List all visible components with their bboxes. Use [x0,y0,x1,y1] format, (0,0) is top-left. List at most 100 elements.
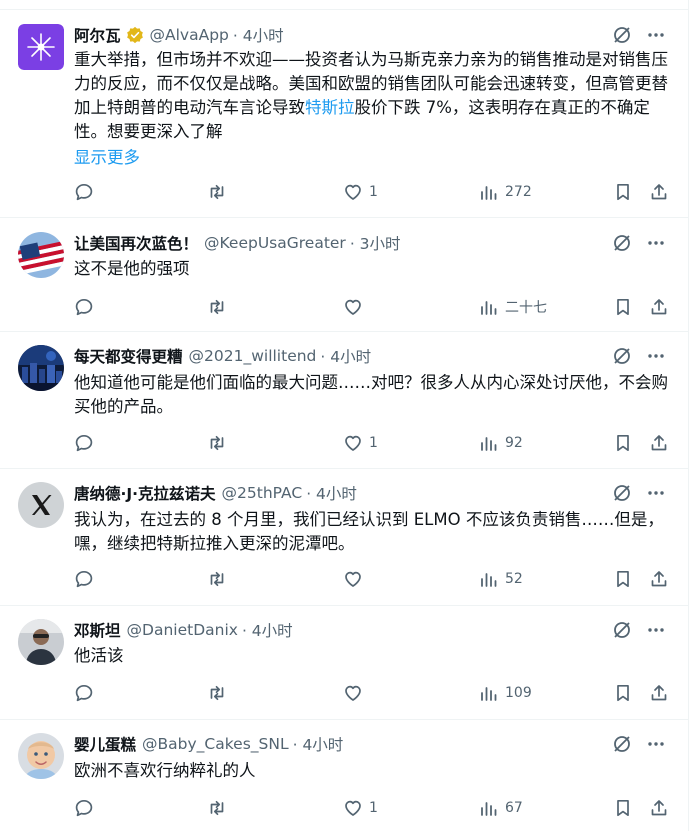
author-handle[interactable]: @AlvaApp [150,26,229,44]
heart-icon [345,571,361,587]
bookmark-button[interactable] [613,431,633,455]
bookmark-button[interactable] [613,567,633,591]
grok-icon[interactable] [612,483,632,503]
reply-tweet[interactable]: 婴儿蛋糕 @Baby_Cakes_SNL · 4小时 欧洲不喜欢行纳粹礼的人 1… [0,721,688,831]
reply-tweet[interactable]: 每天都变得更糟 @2021_willitend · 4小时 他知道他可能是他们面… [0,333,688,469]
views-button[interactable]: 109 [479,681,532,705]
reply-button[interactable] [74,567,94,591]
reply-tweet[interactable]: 让美国再次蓝色！ @KeepUsaGreater · 3小时 这不是他的强项 二… [0,219,688,332]
author-handle[interactable]: @2021_willitend [189,347,317,365]
timestamp[interactable]: · 4小时 [233,24,284,46]
author-handle[interactable]: @DanietDanix [127,621,238,639]
author-name[interactable]: 唐纳德·J·克拉兹诺夫 [74,482,216,504]
retweet-button[interactable] [207,681,227,705]
author-handle[interactable]: @25thPAC [222,484,303,502]
share-icon [651,571,667,587]
retweet-icon [210,299,224,315]
author-name[interactable]: 让美国再次蓝色！ [74,232,198,254]
alva-logo-icon [18,24,64,70]
author-name[interactable]: 阿尔瓦 [74,24,121,46]
share-button[interactable] [649,431,669,455]
avatar[interactable] [18,482,64,528]
more-icon[interactable] [646,734,666,754]
grok-icon[interactable] [612,233,632,253]
bookmark-button[interactable] [613,796,633,820]
more-icon[interactable] [646,620,666,640]
bookmark-button[interactable] [613,681,633,705]
bookmark-button[interactable] [613,295,633,319]
like-button[interactable]: 1 [343,180,378,204]
bookmark-button[interactable] [613,180,633,204]
more-icon[interactable] [646,346,666,366]
views-button[interactable]: 67 [479,796,523,820]
reply-button[interactable] [74,295,94,319]
retweet-button[interactable] [207,567,227,591]
avatar[interactable] [18,345,64,391]
avatar[interactable] [18,232,64,278]
like-button[interactable] [343,295,369,319]
tesla-link[interactable]: 特斯拉 [305,98,355,117]
grok-icon[interactable] [612,620,632,640]
reply-tweet[interactable]: 邓斯坦 @DanietDanix · 4小时 他活该 109 [0,607,688,720]
retweet-icon [210,800,224,816]
grok-icon[interactable] [612,734,632,754]
views-button[interactable]: 92 [479,431,523,455]
retweet-button[interactable] [207,180,227,204]
share-button[interactable] [649,567,669,591]
reply-button[interactable] [74,681,94,705]
author-handle[interactable]: @Baby_Cakes_SNL [142,735,289,753]
author-name[interactable]: 婴儿蛋糕 [74,733,136,755]
like-button[interactable] [343,567,369,591]
view-count: 92 [505,435,523,451]
tweet-header: 每天都变得更糟 @2021_willitend · 4小时 [74,345,371,367]
share-icon [651,800,667,816]
share-button[interactable] [649,295,669,319]
share-icon [651,685,667,701]
reply-button[interactable] [74,180,94,204]
timestamp[interactable]: · 4小时 [306,482,357,504]
heart-icon [345,435,361,451]
more-icon[interactable] [646,25,666,45]
retweet-button[interactable] [207,796,227,820]
more-icon[interactable] [646,233,666,253]
author-handle[interactable]: @KeepUsaGreater [204,234,346,252]
reply-button[interactable] [74,796,94,820]
avatar[interactable] [18,733,64,779]
share-button[interactable] [649,796,669,820]
author-name[interactable]: 每天都变得更糟 [74,345,183,367]
reply-button[interactable] [74,431,94,455]
analytics-icon [481,437,497,451]
retweet-button[interactable] [207,295,227,319]
timestamp[interactable]: · 4小时 [242,619,293,641]
author-name[interactable]: 邓斯坦 [74,619,121,641]
reply-icon [75,799,93,817]
heart-icon [345,800,361,816]
like-button[interactable]: 1 [343,796,378,820]
views-button[interactable]: 52 [479,567,523,591]
analytics-icon [481,802,497,816]
more-icon[interactable] [646,483,666,503]
avatar[interactable] [18,619,64,665]
reply-tweet[interactable]: 唐纳德·J·克拉兹诺夫 @25thPAC · 4小时 我认为，在过去的 8 个月… [0,470,688,606]
tweet-text: 他知道他可能是他们面临的最大问题……对吧？很多人从内心深处讨厌他，不会购买他的产… [74,373,668,416]
timestamp[interactable]: · 3小时 [350,232,401,254]
reply-icon [75,298,93,316]
grok-icon[interactable] [612,25,632,45]
like-button[interactable]: 1 [343,431,378,455]
show-more-link[interactable]: 显示更多 [74,144,140,168]
views-button[interactable]: 272 [479,180,532,204]
tweet-header-actions [612,25,666,45]
tweet-header-actions [612,620,666,640]
timestamp[interactable]: · 4小时 [293,733,344,755]
bookmark-icon [617,298,629,316]
reply-tweet[interactable]: 阿尔瓦 @AlvaApp · 4小时 重大举措，但市场并不欢迎——投资者认为马斯… [0,10,688,218]
tweet-actions: 1 67 [74,796,670,820]
share-button[interactable] [649,180,669,204]
grok-icon[interactable] [612,346,632,366]
share-button[interactable] [649,681,669,705]
avatar[interactable] [18,24,64,70]
timestamp[interactable]: · 4小时 [320,345,371,367]
like-button[interactable] [343,681,369,705]
retweet-button[interactable] [207,431,227,455]
views-button[interactable]: 二十七 [479,295,547,319]
